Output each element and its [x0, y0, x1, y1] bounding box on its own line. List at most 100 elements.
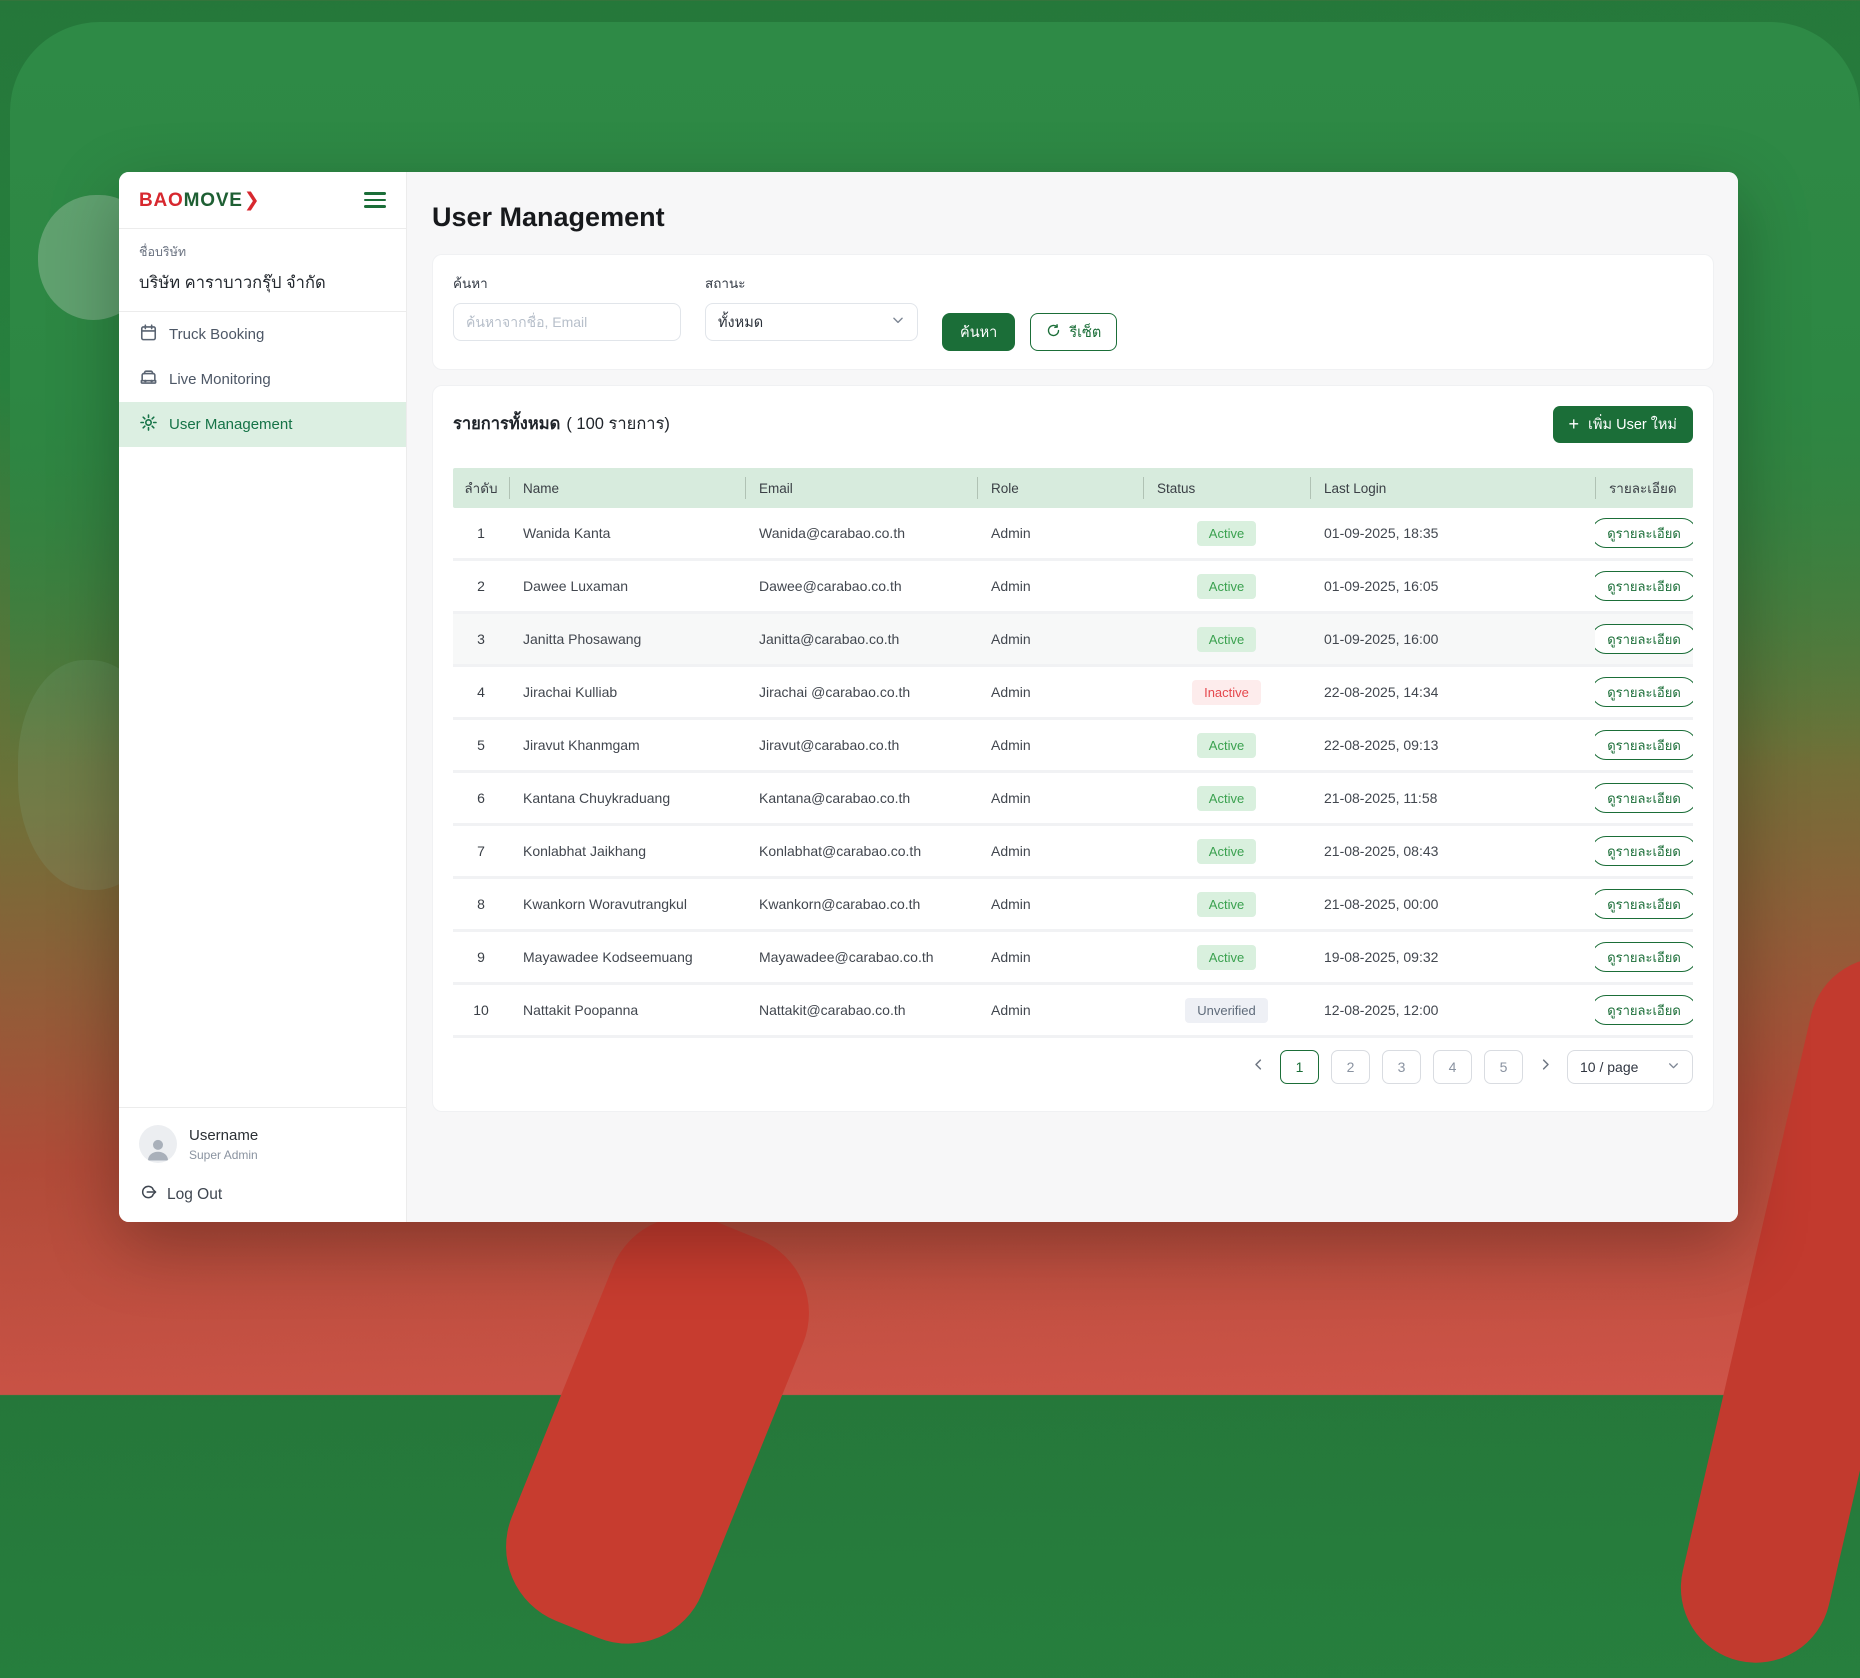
user-name: Kwankorn Woravutrangkul: [509, 896, 745, 912]
last-login: 22-08-2025, 09:13: [1310, 737, 1595, 753]
chevron-left-icon: [1251, 1057, 1266, 1077]
filter-panel: ค้นหา สถานะ ทั้งหมด ค้นหา รีเซ: [432, 254, 1714, 370]
plus-icon: +: [1569, 415, 1580, 433]
table-row: 7 Konlabhat Jaikhang Konlabhat@carabao.c…: [453, 826, 1693, 879]
last-login: 21-08-2025, 00:00: [1310, 896, 1595, 912]
column-header: Last Login: [1310, 481, 1595, 496]
status-badge: Unverified: [1185, 998, 1268, 1023]
sidebar-item-user-management[interactable]: User Management: [119, 402, 406, 447]
user-email: Kantana@carabao.co.th: [745, 790, 977, 806]
hamburger-menu-icon[interactable]: [364, 192, 386, 207]
status-badge: Active: [1197, 892, 1256, 917]
view-details-button[interactable]: ดูรายละเอียด: [1595, 571, 1693, 601]
user-email: Janitta@carabao.co.th: [745, 631, 977, 647]
add-user-button[interactable]: + เพิ่ม User ใหม่: [1553, 406, 1693, 443]
table-row: 10 Nattakit Poopanna Nattakit@carabao.co…: [453, 985, 1693, 1038]
last-login: 12-08-2025, 12:00: [1310, 1002, 1595, 1018]
refresh-icon: [1046, 323, 1061, 342]
company-label: ชื่อบริษัท: [139, 242, 386, 262]
page-button-5[interactable]: 5: [1484, 1050, 1523, 1084]
user-name: Jiravut Khanmgam: [509, 737, 745, 753]
search-input[interactable]: [453, 303, 681, 341]
status-badge: Active: [1197, 839, 1256, 864]
table-row: 4 Jirachai Kulliab Jirachai @carabao.co.…: [453, 667, 1693, 720]
row-number: 5: [453, 737, 509, 753]
page-button-3[interactable]: 3: [1382, 1050, 1421, 1084]
user-name: Jirachai Kulliab: [509, 684, 745, 700]
user-name: Konlabhat Jaikhang: [509, 843, 745, 859]
status-badge: Active: [1197, 521, 1256, 546]
status-badge: Active: [1197, 574, 1256, 599]
page-button-4[interactable]: 4: [1433, 1050, 1472, 1084]
list-title: รายการทั้งหมด( 100 รายการ): [453, 411, 670, 437]
user-email: Dawee@carabao.co.th: [745, 578, 977, 594]
user-role: Admin: [977, 1002, 1143, 1018]
view-details-button[interactable]: ดูรายละเอียด: [1595, 889, 1693, 919]
gear-icon: [139, 413, 158, 436]
column-header: Status: [1143, 481, 1310, 496]
table-row: 9 Mayawadee Kodseemuang Mayawadee@caraba…: [453, 932, 1693, 985]
calendar-icon: [139, 323, 158, 346]
main-content: User Management ค้นหา สถานะ ทั้งหมด ค้นห…: [407, 172, 1738, 1222]
page-title: User Management: [432, 202, 1714, 233]
username: Username: [189, 1127, 258, 1144]
view-details-button[interactable]: ดูรายละเอียด: [1595, 942, 1693, 972]
next-page-button[interactable]: [1535, 1050, 1555, 1084]
view-details-button[interactable]: ดูรายละเอียด: [1595, 624, 1693, 654]
view-details-button[interactable]: ดูรายละเอียด: [1595, 995, 1693, 1025]
chevron-right-icon: [1538, 1057, 1553, 1077]
row-number: 6: [453, 790, 509, 806]
last-login: 19-08-2025, 09:32: [1310, 949, 1595, 965]
view-details-button[interactable]: ดูรายละเอียด: [1595, 677, 1693, 707]
view-details-button[interactable]: ดูรายละเอียด: [1595, 836, 1693, 866]
reset-button[interactable]: รีเซ็ต: [1030, 313, 1117, 351]
status-badge: Active: [1197, 627, 1256, 652]
page-button-1[interactable]: 1: [1280, 1050, 1319, 1084]
user-role: Admin: [977, 790, 1143, 806]
sidebar-item-truck-booking[interactable]: Truck Booking: [119, 312, 406, 357]
sidebar-item-live-monitoring[interactable]: Live Monitoring: [119, 357, 406, 402]
user-role: Admin: [977, 843, 1143, 859]
sidebar-footer: Username Super Admin Log Out: [119, 1107, 406, 1222]
column-header: Role: [977, 481, 1143, 496]
column-header: Email: [745, 481, 977, 496]
last-login: 01-09-2025, 18:35: [1310, 525, 1595, 541]
status-badge: Inactive: [1192, 680, 1261, 705]
company-name: บริษัท คาราบาวกรุ๊ป จำกัด: [139, 270, 386, 296]
row-number: 7: [453, 843, 509, 859]
sidebar-menu: Truck Booking Live Monitoring User Manag…: [119, 312, 406, 447]
table-header-row: ลำดับ Name Email Role Status Last Login …: [453, 468, 1693, 508]
status-select[interactable]: ทั้งหมด: [705, 303, 918, 341]
list-count: ( 100 รายการ): [566, 415, 670, 433]
row-number: 4: [453, 684, 509, 700]
page-size-select[interactable]: 10 / page: [1567, 1050, 1693, 1084]
status-badge: Active: [1197, 786, 1256, 811]
pagination: 12345 10 / page: [453, 1050, 1693, 1084]
view-details-button[interactable]: ดูรายละเอียด: [1595, 730, 1693, 760]
search-button[interactable]: ค้นหา: [942, 313, 1015, 351]
table-row: 8 Kwankorn Woravutrangkul Kwankorn@carab…: [453, 879, 1693, 932]
row-number: 9: [453, 949, 509, 965]
logout-icon: [139, 1183, 157, 1206]
user-email: Wanida@carabao.co.th: [745, 525, 977, 541]
avatar: [139, 1125, 177, 1163]
chevron-down-icon: [1667, 1059, 1680, 1075]
decorative-red-band: [482, 1192, 833, 1667]
search-label: ค้นหา: [453, 272, 681, 294]
table-row: 3 Janitta Phosawang Janitta@carabao.co.t…: [453, 614, 1693, 667]
table-row: 1 Wanida Kanta Wanida@carabao.co.th Admi…: [453, 508, 1693, 561]
view-details-button[interactable]: ดูรายละเอียด: [1595, 518, 1693, 548]
company-block: ชื่อบริษัท บริษัท คาราบาวกรุ๊ป จำกัด: [119, 229, 406, 312]
status-label: สถานะ: [705, 272, 918, 294]
row-number: 3: [453, 631, 509, 647]
last-login: 01-09-2025, 16:00: [1310, 631, 1595, 647]
previous-page-button[interactable]: [1248, 1050, 1268, 1084]
logout-button[interactable]: Log Out: [139, 1183, 386, 1206]
page-button-2[interactable]: 2: [1331, 1050, 1370, 1084]
user-role: Admin: [977, 578, 1143, 594]
user-role: Admin: [977, 896, 1143, 912]
view-details-button[interactable]: ดูรายละเอียด: [1595, 783, 1693, 813]
truck-icon: [139, 368, 158, 391]
user-role: Super Admin: [189, 1148, 258, 1162]
app-window: BAOMOVE❯ ชื่อบริษัท บริษัท คาราบาวกรุ๊ป …: [119, 172, 1738, 1222]
